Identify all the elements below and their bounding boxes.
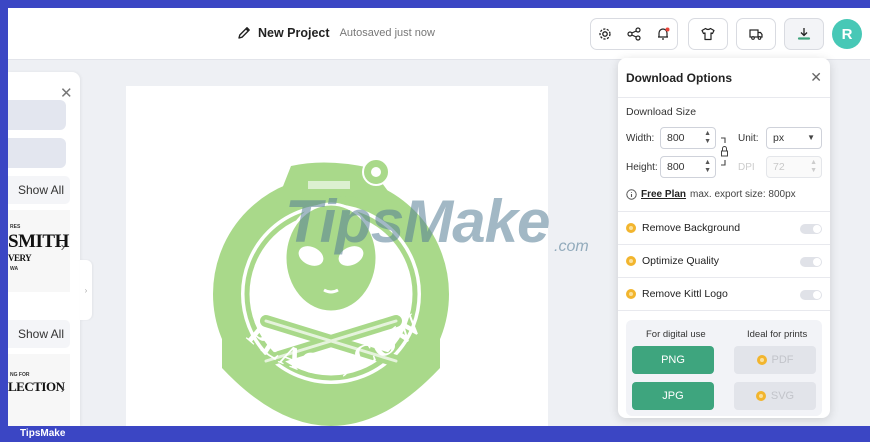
remove-background-option: Remove Background	[626, 222, 740, 234]
quick-actions-group	[590, 18, 678, 50]
aspect-lock-icon[interactable]	[719, 132, 731, 172]
share-icon[interactable]	[626, 26, 642, 42]
top-bar: New Project Autosaved just now R	[8, 8, 870, 60]
user-avatar[interactable]: R	[832, 19, 862, 49]
remove-logo-option: Remove Kittl Logo	[626, 288, 728, 300]
settings-icon[interactable]	[597, 26, 613, 42]
design-canvas[interactable]: PEACE, COWBOY!	[126, 86, 548, 426]
jpg-button[interactable]: JPG	[632, 382, 714, 410]
pdf-label: PDF	[771, 354, 794, 366]
watermark: TipsMake	[285, 188, 550, 255]
unit-value: px	[773, 132, 785, 144]
close-panel-icon[interactable]: ✕	[60, 84, 73, 102]
height-label: Height:	[626, 162, 658, 173]
premium-coin-icon	[756, 355, 767, 365]
download-button[interactable]	[784, 18, 824, 50]
chevron-right-icon: ›	[60, 381, 65, 396]
panel-title: Download Options	[626, 70, 732, 85]
stepper-icon: ▲ ▼	[810, 159, 817, 174]
dpi-label: DPI	[738, 162, 755, 173]
search-field[interactable]	[8, 100, 66, 130]
unit-select[interactable]: px ▼	[766, 127, 822, 149]
width-label: Width:	[626, 133, 655, 144]
size-heading: Download Size	[626, 106, 697, 118]
export-limit-text: max. export size: 800px	[690, 189, 796, 200]
show-all-button[interactable]: Show All	[8, 320, 70, 348]
download-icon	[797, 28, 811, 40]
png-button[interactable]: PNG	[632, 346, 714, 374]
stepper-icon[interactable]: ▲ ▼	[704, 159, 711, 175]
premium-coin-icon	[626, 289, 636, 299]
stepper-icon[interactable]: ▲ ▼	[704, 130, 711, 146]
width-input[interactable]: 800 ▲ ▼	[660, 127, 716, 149]
premium-coin-icon	[755, 391, 766, 401]
dpi-value: 72	[773, 161, 785, 173]
info-icon	[626, 189, 637, 200]
merch-button[interactable]	[688, 18, 728, 50]
print-order-button[interactable]	[736, 18, 776, 50]
svg-button[interactable]: SVG	[734, 382, 816, 410]
remove-logo-toggle[interactable]	[800, 290, 822, 300]
digital-use-heading: For digital use	[646, 329, 706, 340]
show-all-button[interactable]: Show All	[8, 176, 70, 204]
template-side-panel: ✕ Show All RES SMITH VERY WA › Show All …	[8, 72, 80, 426]
remove-background-toggle[interactable]	[800, 224, 822, 234]
print-use-heading: Ideal for prints	[747, 329, 808, 340]
footer-brand: TipsMake	[20, 428, 66, 439]
panel-header: Download Options ✕	[618, 58, 830, 98]
category-filter[interactable]	[8, 138, 66, 168]
footer-bar: TipsMake	[0, 426, 870, 442]
collapse-panel-handle[interactable]: ›	[80, 260, 92, 320]
download-options-panel: Download Options ✕ Download Size Width: …	[618, 58, 830, 418]
option-label: Remove Background	[642, 222, 741, 234]
option-label: Optimize Quality	[642, 255, 720, 267]
optimize-quality-option: Optimize Quality	[626, 255, 719, 267]
pdf-button[interactable]: PDF	[734, 346, 816, 374]
pencil-icon	[238, 27, 250, 39]
dpi-input: 72 ▲ ▼	[766, 156, 822, 178]
height-input[interactable]: 800 ▲ ▼	[660, 156, 716, 178]
project-title[interactable]: New Project Autosaved just now	[236, 25, 435, 41]
unit-label: Unit:	[738, 133, 759, 144]
app-window: New Project Autosaved just now R ✕ Show …	[8, 8, 870, 426]
template-thumbnail-subtitle: VERY	[8, 253, 32, 263]
template-thumbnail-title: LECTION	[8, 379, 65, 394]
close-icon[interactable]: ✕	[810, 69, 822, 86]
export-limit-note: Free Plan max. export size: 800px	[626, 189, 796, 200]
notification-icon[interactable]	[655, 26, 671, 42]
project-name[interactable]: New Project	[258, 26, 330, 40]
delivery-truck-icon	[749, 29, 763, 40]
premium-coin-icon	[626, 223, 636, 233]
width-value: 800	[667, 132, 685, 144]
optimize-quality-toggle[interactable]	[800, 257, 822, 267]
watermark-suffix: .com	[554, 238, 589, 255]
autosave-status: Autosaved just now	[339, 27, 435, 39]
format-selector: For digital use Ideal for prints PNG JPG…	[626, 320, 822, 416]
height-value: 800	[667, 161, 685, 173]
chevron-down-icon: ▼	[807, 133, 815, 142]
tshirt-icon	[701, 27, 715, 41]
template-thumbnail[interactable]: RES SMITH VERY WA ›	[8, 210, 70, 292]
premium-coin-icon	[626, 256, 636, 266]
svg-label: SVG	[770, 390, 795, 402]
template-thumbnail[interactable]: NG FOR LECTION ›	[8, 354, 70, 426]
option-label: Remove Kittl Logo	[642, 288, 728, 300]
peace-cowboy-artwork: PEACE, COWBOY!	[126, 86, 449, 426]
chevron-right-icon: ›	[60, 239, 65, 254]
free-plan-link[interactable]: Free Plan	[641, 189, 686, 200]
